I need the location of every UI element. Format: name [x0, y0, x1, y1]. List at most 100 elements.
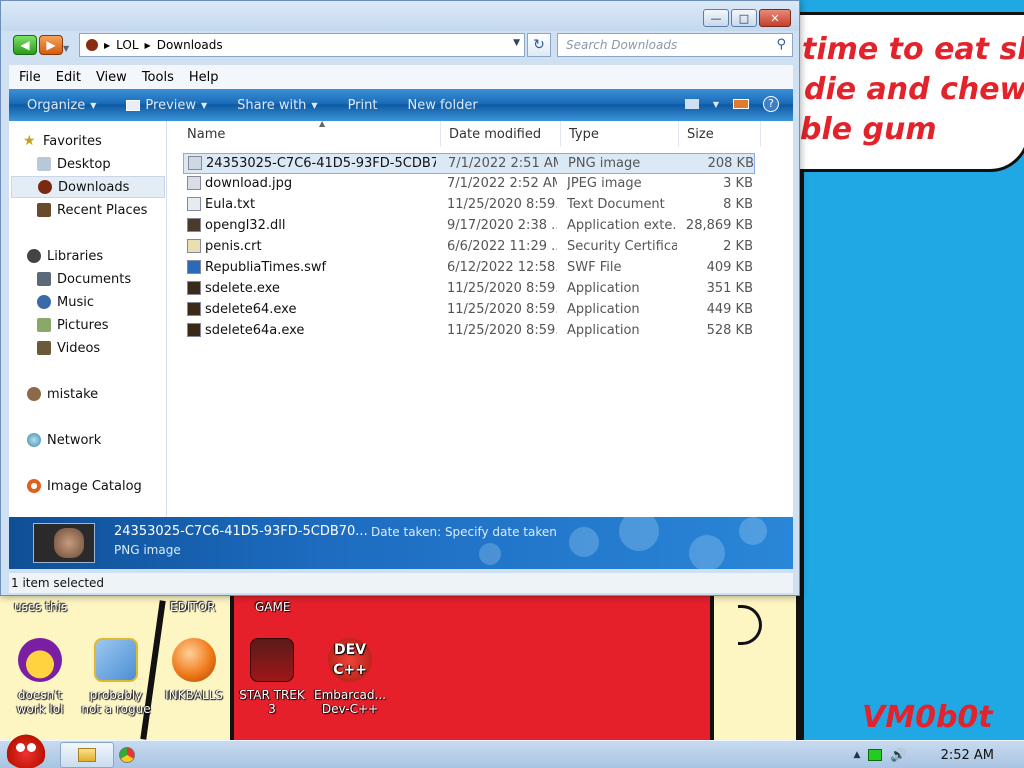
exe-file-icon: [187, 281, 201, 295]
downloads-bug-icon: [38, 180, 52, 194]
nav-libraries[interactable]: Libraries: [27, 245, 185, 267]
address-dropdown-icon[interactable]: ▼: [513, 38, 520, 48]
new-folder-button[interactable]: New folder: [407, 98, 477, 113]
search-input[interactable]: Search Downloads ⚲: [557, 33, 793, 57]
volume-icon[interactable]: 🔊: [890, 748, 906, 763]
preview-pane-icon[interactable]: [733, 99, 749, 109]
nav-image-catalog[interactable]: Image Catalog: [27, 475, 185, 497]
documents-icon: [37, 272, 51, 286]
maximize-button[interactable]: □: [731, 9, 757, 27]
network-tray-icon[interactable]: [868, 749, 883, 761]
angry-bird-icon: [4, 731, 48, 768]
preview-button[interactable]: Preview ▼: [126, 98, 207, 113]
command-bar-right: ▼ ?: [684, 96, 779, 112]
file-row[interactable]: RepubliaTimes.swf 6/12/2022 12:58... SWF F…: [183, 258, 755, 279]
file-date-modified: 6/6/2022 11:29 ...: [447, 239, 557, 254]
print-button[interactable]: Print: [348, 98, 378, 113]
file-row[interactable]: penis.crt 6/6/2022 11:29 ... Security Cert…: [183, 237, 755, 258]
breadcrumb-item-lol[interactable]: LOL: [116, 38, 138, 52]
file-row[interactable]: sdelete64.exe 11/25/2020 8:59... Applicati…: [183, 300, 755, 321]
desktop-icon-label: work lol: [16, 702, 64, 716]
nav-favorites[interactable]: ★ Favorites: [23, 130, 181, 152]
exe-file-icon: [187, 302, 201, 316]
nav-documents[interactable]: Documents: [37, 268, 165, 290]
file-size: 449 KB: [706, 302, 753, 317]
back-button[interactable]: ◀: [13, 35, 37, 55]
clock[interactable]: 2:52 AM: [941, 748, 994, 763]
star-wars-game-icon: [250, 638, 294, 682]
organize-button[interactable]: Organize ▼: [27, 98, 96, 113]
nav-downloads[interactable]: Downloads: [11, 176, 165, 198]
menu-bar: File Edit View Tools Help: [9, 65, 793, 89]
nav-mistake[interactable]: mistake: [27, 383, 185, 405]
file-date-modified: 7/1/2022 2:51 AM: [448, 156, 558, 171]
back-arrow-icon: ◀: [20, 38, 30, 52]
desktop-icon-label: probably: [89, 688, 143, 702]
nav-recent-places[interactable]: Recent Places: [37, 199, 165, 221]
forward-button[interactable]: ▶: [39, 35, 63, 55]
date-taken-value[interactable]: Specify date taken: [445, 525, 557, 539]
show-hidden-icons-button[interactable]: ▲: [853, 750, 860, 760]
nav-network[interactable]: Network: [27, 429, 185, 451]
file-size: 28,869 KB: [685, 218, 753, 233]
breadcrumb-item-downloads[interactable]: Downloads: [157, 38, 223, 52]
share-with-button[interactable]: Share with ▼: [237, 98, 317, 113]
menu-help[interactable]: Help: [189, 70, 219, 85]
desktop-icon-inkballs[interactable]: INKBALLS: [156, 638, 232, 702]
folder-bug-icon: [86, 39, 98, 51]
file-row[interactable]: sdelete64a.exe 11/25/2020 8:59... Applicat…: [183, 321, 755, 342]
title-bar[interactable]: [1, 1, 799, 31]
desktop-icon-star-trek-3[interactable]: STAR TREK 3: [234, 638, 310, 716]
address-bar[interactable]: ▶ LOL ▶ Downloads ▼: [79, 33, 525, 57]
file-row[interactable]: opengl32.dll 9/17/2020 2:38 ... Applicatio…: [183, 216, 755, 237]
file-name: 24353025-C7C6-41D5-93FD-5CDB70...: [206, 156, 436, 171]
recent-places-icon: [37, 203, 51, 217]
file-row[interactable]: download.jpg 7/1/2022 2:52 AM JPEG image 3 …: [183, 174, 755, 195]
nav-desktop[interactable]: Desktop: [37, 153, 165, 175]
file-date-modified: 6/12/2022 12:58...: [447, 260, 557, 275]
desktop-folder-icon: [37, 157, 51, 171]
file-name: download.jpg: [205, 176, 293, 191]
minimize-button[interactable]: —: [703, 9, 729, 27]
dll-file-icon: [187, 218, 201, 232]
details-file-name: 24353025-C7C6-41D5-93FD-5CDB70...: [114, 524, 368, 539]
desktop-icon-probably-not-a-rogue[interactable]: probably not a rogue: [78, 638, 154, 716]
decor-bubble: [619, 517, 659, 551]
menu-file[interactable]: File: [19, 70, 41, 85]
menu-tools[interactable]: Tools: [142, 70, 174, 85]
file-type: Security Certifica...: [567, 239, 677, 254]
file-row[interactable]: sdelete.exe 11/25/2020 8:59... Application…: [183, 279, 755, 300]
file-date-modified: 11/25/2020 8:59...: [447, 197, 557, 212]
file-name: penis.crt: [205, 239, 262, 254]
close-button[interactable]: ✕: [759, 9, 791, 27]
swf-file-icon: [187, 260, 201, 274]
refresh-button[interactable]: ↻: [527, 33, 551, 57]
nav-pictures[interactable]: Pictures: [37, 314, 165, 336]
menu-view[interactable]: View: [96, 70, 127, 85]
preview-icon: [126, 99, 141, 111]
decor-bubble: [479, 543, 501, 565]
column-header-type[interactable]: Type: [561, 121, 679, 147]
close-icon: ✕: [770, 11, 780, 25]
taskbar-chrome-button[interactable]: [100, 742, 154, 768]
details-file-type: PNG image: [114, 543, 181, 557]
file-date-modified: 11/25/2020 8:59...: [447, 302, 557, 317]
column-header-date[interactable]: Date modified: [441, 121, 561, 147]
desktop-icon-yahoo[interactable]: doesn't work lol: [2, 638, 78, 716]
nav-music[interactable]: Music: [37, 291, 165, 313]
menu-edit[interactable]: Edit: [56, 70, 81, 85]
chevron-down-icon[interactable]: ▼: [713, 100, 719, 109]
start-button[interactable]: [4, 731, 48, 768]
column-header-name[interactable]: Name ▲: [179, 119, 441, 147]
search-icon[interactable]: ⚲: [776, 37, 786, 52]
recent-pages-dropdown[interactable]: ▼: [63, 35, 75, 55]
desktop-icon-dev-cpp[interactable]: DEV C++ Embarcad... Dev-C++: [312, 638, 388, 716]
column-header-size[interactable]: Size: [679, 121, 761, 147]
nav-videos[interactable]: Videos: [37, 337, 165, 359]
file-row[interactable]: 24353025-C7C6-41D5-93FD-5CDB70... 7/1/202…: [183, 153, 755, 174]
status-text: 1 item selected: [11, 576, 105, 590]
view-options-icon[interactable]: [684, 99, 699, 109]
help-icon[interactable]: ?: [763, 96, 779, 112]
file-row[interactable]: Eula.txt 11/25/2020 8:59... Text Document 8…: [183, 195, 755, 216]
maximize-icon: □: [738, 11, 750, 25]
